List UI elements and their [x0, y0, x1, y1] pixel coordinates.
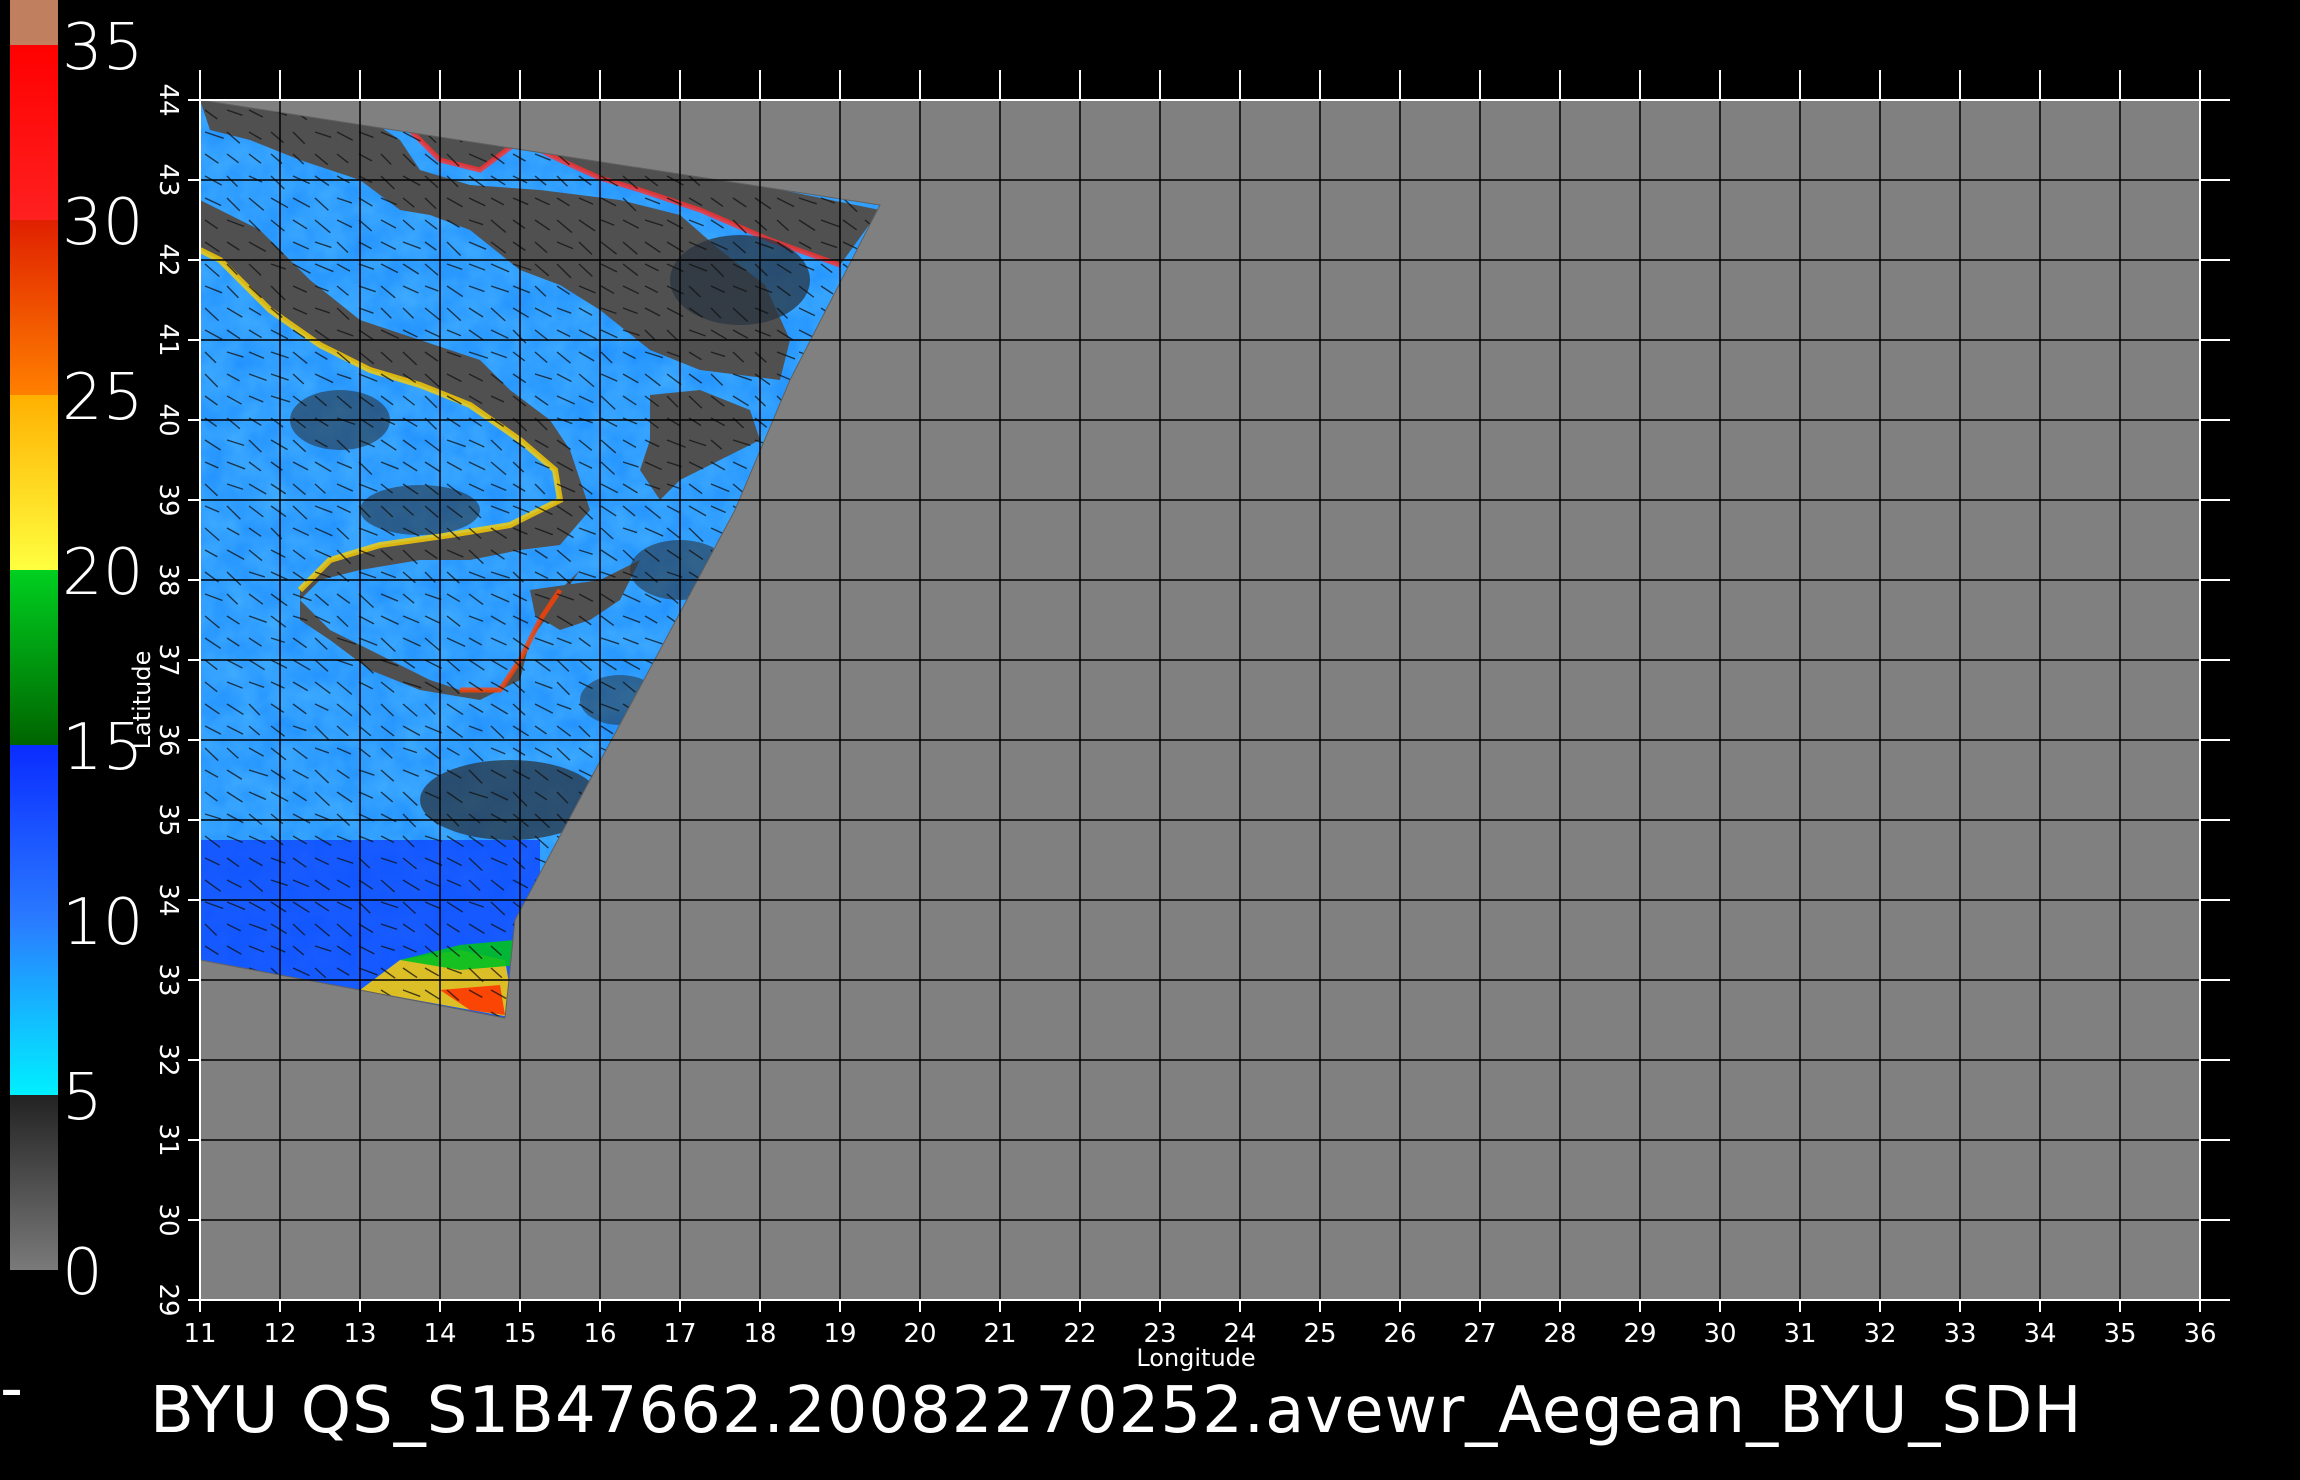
x-tick-label: 32: [1863, 1319, 1896, 1349]
colorbar-top-segment: [10, 0, 58, 45]
colorbar-tick-label: 20: [62, 536, 143, 610]
x-tick-label: 29: [1623, 1319, 1656, 1349]
x-tick-label: 13: [343, 1319, 376, 1349]
x-tick-label: 35: [2103, 1319, 2136, 1349]
colorbar-segment: [10, 45, 58, 220]
x-axis-title: Longitude: [1136, 1344, 1255, 1372]
y-tick-label: 44: [153, 83, 183, 116]
colorbar-tick-label: 25: [62, 361, 143, 435]
colorbar-segment: [10, 920, 58, 1095]
y-tick-label: 29: [153, 1283, 183, 1316]
y-tick-label: 34: [153, 883, 183, 916]
x-tick-label: 22: [1063, 1319, 1096, 1349]
x-tick-label: 31: [1783, 1319, 1816, 1349]
x-tick-label: 14: [423, 1319, 456, 1349]
x-tick-label: 15: [503, 1319, 536, 1349]
y-tick-label: 43: [153, 163, 183, 196]
y-tick-label: 41: [153, 323, 183, 356]
y-tick-label: 30: [153, 1203, 183, 1236]
y-tick-label: 37: [153, 643, 183, 676]
wind-speed-map-figure: 05101520253035 11 12 13 14 15 16 17 18 19 20 21: [0, 0, 2230, 1448]
x-tick-label: 28: [1543, 1319, 1576, 1349]
y-tick-label: 31: [153, 1123, 183, 1156]
y-tick-label: 32: [153, 1043, 183, 1076]
y-tick-label: 39: [153, 483, 183, 516]
x-tick-label: 36: [2183, 1319, 2216, 1349]
colorbar-segment: [10, 570, 58, 745]
x-tick-label: 27: [1463, 1319, 1496, 1349]
colorbar-tick-label: 5: [62, 1061, 103, 1135]
x-tick-label: 25: [1303, 1319, 1336, 1349]
x-tick-label: 20: [903, 1319, 936, 1349]
x-tick-label: 30: [1703, 1319, 1736, 1349]
colorbar-segment: [10, 395, 58, 570]
y-tick-label: 36: [153, 723, 183, 756]
y-tick-label: 38: [153, 563, 183, 596]
colorbar-segment: [10, 1095, 58, 1270]
x-tick-label: 16: [583, 1319, 616, 1349]
colorbar-segment: [10, 220, 58, 395]
colorbar-tick-label: 0: [62, 1236, 103, 1310]
y-tick-label: 42: [153, 243, 183, 276]
x-tick-label: 12: [263, 1319, 296, 1349]
x-tick-label: 21: [983, 1319, 1016, 1349]
x-tick-label: 18: [743, 1319, 776, 1349]
y-tick-label: 40: [153, 403, 183, 436]
colorbar: [10, 0, 58, 1270]
x-tick-label: 17: [663, 1319, 696, 1349]
chart-title: BYU QS_S1B47662.20082270252.avewr_Aegean…: [150, 1374, 2082, 1448]
y-axis-title: Latitude: [128, 651, 156, 750]
y-tick-label: 35: [153, 803, 183, 836]
x-tick-label: 33: [1943, 1319, 1976, 1349]
colorbar-tick-label: 10: [62, 886, 143, 960]
colorbar-tick-label: 30: [62, 186, 143, 260]
colorbar-segment: [10, 745, 58, 920]
x-tick-label: 11: [183, 1319, 216, 1349]
colorbar-tick-label: 35: [62, 11, 143, 85]
x-tick-label: 26: [1383, 1319, 1416, 1349]
left-edge-mark: -: [0, 1352, 24, 1426]
x-tick-label: 34: [2023, 1319, 2056, 1349]
y-tick-label: 33: [153, 963, 183, 996]
x-tick-label: 19: [823, 1319, 856, 1349]
